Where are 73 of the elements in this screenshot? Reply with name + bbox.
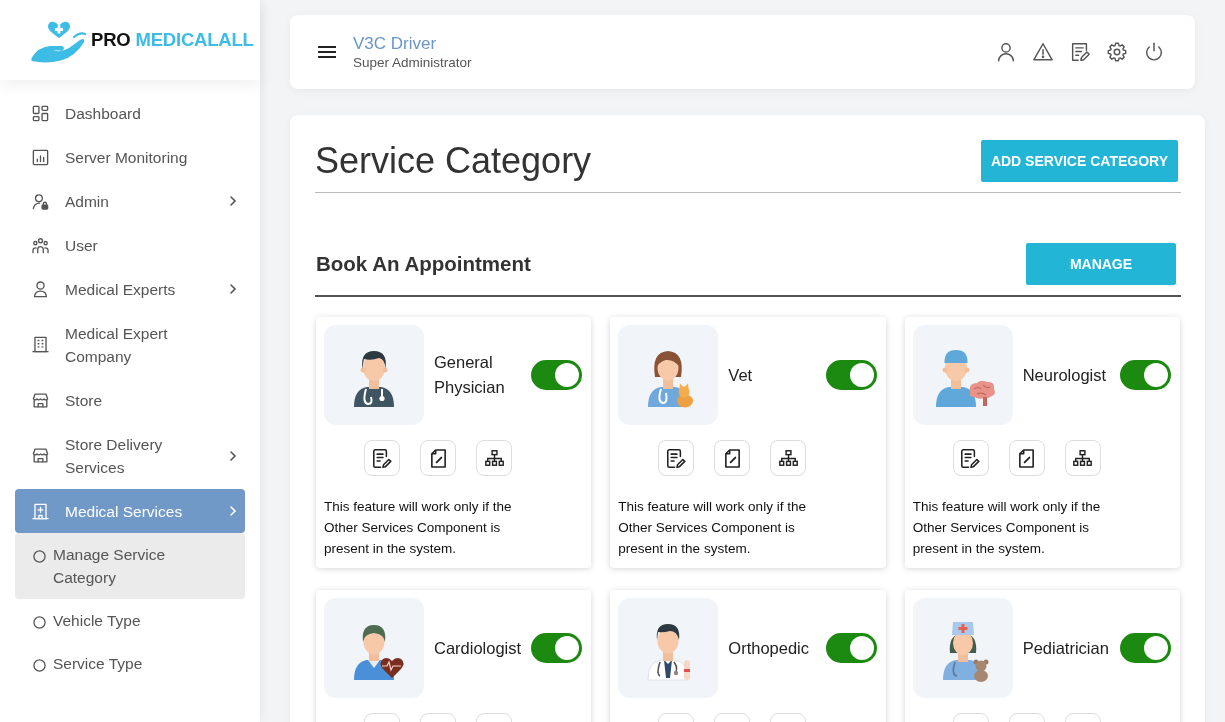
power-icon[interactable] bbox=[1143, 41, 1165, 63]
user-icon bbox=[31, 279, 50, 299]
edit-button[interactable] bbox=[952, 440, 989, 476]
feature-note: This feature will work only if the Other Services Component is present in the system. bbox=[912, 498, 1102, 558]
user-icon[interactable] bbox=[995, 41, 1017, 63]
hierarchy-button[interactable] bbox=[476, 440, 512, 476]
user-role: Super Administrator bbox=[353, 53, 472, 71]
service-name: Vet bbox=[728, 364, 754, 386]
hierarchy-icon bbox=[484, 450, 504, 466]
edit-button[interactable] bbox=[364, 440, 400, 476]
page-title: Service Category bbox=[315, 140, 592, 182]
service-name: General Physician bbox=[434, 352, 506, 398]
menu-icon[interactable] bbox=[318, 45, 336, 59]
doctor-with-brain-icon bbox=[912, 325, 1013, 425]
sidebar-item[interactable]: Server Monitoring bbox=[15, 135, 245, 179]
note-edit-icon bbox=[372, 448, 392, 468]
note-edit-icon bbox=[666, 448, 686, 468]
toggle-switch[interactable] bbox=[1120, 360, 1171, 390]
doctor-with-bone-icon bbox=[618, 598, 719, 698]
edit-note-icon[interactable] bbox=[1069, 41, 1091, 63]
hierarchy-button[interactable] bbox=[1064, 440, 1101, 476]
hierarchy-icon bbox=[1073, 450, 1093, 466]
store-icon bbox=[31, 446, 50, 465]
submenu-item[interactable]: Manage Service Category bbox=[15, 533, 245, 599]
sidebar-item[interactable]: User bbox=[15, 223, 245, 267]
note-edit-icon bbox=[961, 448, 981, 468]
sidebar-item[interactable]: Medical Expert Company bbox=[15, 311, 245, 378]
sidebar-item[interactable]: Store bbox=[15, 378, 245, 422]
feature-note: This feature will work only if the Other Services Component is present in the system. bbox=[618, 498, 807, 558]
sidebar-item[interactable]: Store Delivery Services bbox=[15, 422, 245, 489]
sidebar-item[interactable]: Admin bbox=[15, 179, 245, 223]
bar-chart-icon bbox=[31, 147, 50, 167]
dashboard-icon bbox=[31, 103, 50, 123]
hierarchy-button[interactable] bbox=[770, 440, 807, 476]
service-name: Neurologist bbox=[1022, 364, 1108, 386]
toggle-switch[interactable] bbox=[1120, 633, 1171, 663]
heart-hand-logo-icon bbox=[31, 20, 87, 63]
submenu-item[interactable]: Vehicle Type bbox=[15, 599, 245, 642]
brand-name: PRO MEDICALALL bbox=[91, 29, 254, 51]
feature-note: This feature will work only if the Other Services Component is present in the system. bbox=[324, 498, 513, 558]
document-pen-icon bbox=[430, 448, 446, 468]
toggle-switch[interactable] bbox=[531, 360, 583, 390]
store-icon bbox=[31, 390, 50, 410]
settings-icon[interactable] bbox=[1106, 41, 1128, 63]
sidebar-item[interactable]: Dashboard bbox=[15, 91, 245, 135]
hospital-icon bbox=[31, 501, 50, 521]
document-pen-icon bbox=[1019, 448, 1035, 468]
hierarchy-icon bbox=[778, 450, 798, 466]
nurse-with-teddy-bear-icon bbox=[912, 598, 1013, 698]
toggle-switch[interactable] bbox=[825, 633, 877, 663]
toggle-switch[interactable] bbox=[825, 360, 877, 390]
circle-icon bbox=[33, 550, 46, 563]
document-button[interactable] bbox=[714, 440, 751, 476]
document-pen-icon bbox=[724, 448, 740, 468]
warning-icon[interactable] bbox=[1032, 41, 1054, 63]
toggle-switch[interactable] bbox=[531, 633, 583, 663]
document-button[interactable] bbox=[1008, 440, 1045, 476]
service-name: Cardiologist bbox=[434, 637, 523, 659]
document-button[interactable] bbox=[420, 440, 456, 476]
edit-button[interactable] bbox=[658, 440, 695, 476]
doctor-icon bbox=[324, 325, 424, 425]
building-icon bbox=[31, 335, 50, 354]
vet-with-cat-icon bbox=[618, 325, 719, 425]
service-name: Pediatrician bbox=[1022, 637, 1110, 659]
sidebar-item[interactable]: Medical Experts bbox=[15, 267, 245, 311]
submenu-item[interactable]: Service Type bbox=[15, 642, 245, 685]
users-icon bbox=[31, 235, 50, 255]
section-title: Book An Appointment bbox=[316, 252, 531, 276]
user-name: V3C Driver bbox=[353, 33, 438, 54]
circle-icon bbox=[33, 616, 46, 629]
user-lock-icon bbox=[31, 191, 50, 211]
service-name: Orthopedic bbox=[728, 637, 811, 659]
circle-icon bbox=[33, 659, 46, 672]
